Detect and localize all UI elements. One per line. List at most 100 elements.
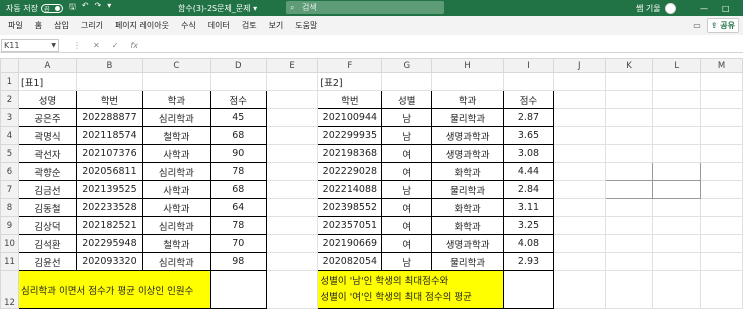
table1-answer-cell[interactable] (209, 270, 267, 309)
row-header[interactable]: 10 (0, 234, 19, 253)
tab-formulas[interactable]: 수식 (181, 20, 196, 31)
table1-cell[interactable]: 68 (209, 180, 267, 199)
table1-cell[interactable]: 202182521 (75, 216, 143, 235)
cell[interactable] (265, 126, 319, 145)
table1-cell[interactable]: 곽선자 (17, 144, 77, 163)
table2-cell[interactable]: 202190669 (317, 234, 383, 253)
table1-cell[interactable]: 202295948 (75, 234, 143, 253)
share-button[interactable]: ⇪ 공유 (706, 18, 739, 33)
cell[interactable] (604, 270, 654, 309)
cell[interactable] (652, 90, 702, 109)
cell[interactable] (552, 90, 606, 109)
avatar[interactable] (664, 2, 676, 14)
column-header[interactable]: K (604, 58, 654, 73)
cell[interactable] (700, 234, 743, 253)
column-header[interactable]: C (141, 58, 211, 73)
tab-view[interactable]: 보기 (269, 20, 284, 31)
cell[interactable] (75, 72, 143, 91)
cell[interactable] (652, 252, 702, 271)
cell[interactable] (700, 270, 743, 309)
table1-cell[interactable]: 78 (209, 162, 267, 181)
formula-input[interactable] (148, 39, 743, 52)
cell[interactable] (700, 252, 743, 271)
table1-header[interactable]: 성명 (17, 90, 77, 109)
cell[interactable] (700, 162, 743, 181)
cell[interactable] (604, 198, 654, 217)
cell[interactable] (652, 126, 702, 145)
table1-cell[interactable]: 45 (209, 108, 267, 127)
table1-header[interactable]: 점수 (209, 90, 267, 109)
table2-cell[interactable]: 남 (381, 180, 433, 199)
table1-cell[interactable]: 곽명식 (17, 126, 77, 145)
cell[interactable] (552, 144, 606, 163)
table1-cell[interactable]: 사학과 (141, 198, 211, 217)
cell[interactable] (652, 270, 702, 309)
row-header[interactable]: 2 (0, 90, 19, 109)
cell[interactable] (700, 108, 743, 127)
table2-header[interactable]: 성별 (381, 90, 433, 109)
table1-cell[interactable]: 98 (209, 252, 267, 271)
cell[interactable] (604, 234, 654, 253)
cancel-icon[interactable]: ✕ (93, 41, 100, 50)
table1-header[interactable]: 학과 (141, 90, 211, 109)
redo-icon[interactable]: ↷ (95, 1, 102, 15)
table2-cell[interactable]: 202100944 (317, 108, 383, 127)
tab-insert[interactable]: 삽입 (54, 20, 69, 31)
table2-cell[interactable]: 화학과 (431, 198, 505, 217)
table1-cell[interactable]: 사학과 (141, 180, 211, 199)
cell[interactable] (552, 216, 606, 235)
table2-header[interactable]: 학번 (317, 90, 383, 109)
table1-cell[interactable]: 202139525 (75, 180, 143, 199)
table2-header[interactable]: 학과 (431, 90, 505, 109)
table1-cell[interactable]: 64 (209, 198, 267, 217)
comment-icon[interactable]: ▭ (693, 21, 701, 30)
table2-cell[interactable]: 2.87 (503, 108, 554, 127)
table2-cell[interactable]: 여 (381, 198, 433, 217)
table1-cell[interactable]: 202107376 (75, 144, 143, 163)
cell[interactable] (552, 72, 606, 91)
autosave-toggle[interactable]: 끔 (40, 3, 63, 13)
table1-cell[interactable]: 심리학과 (141, 216, 211, 235)
tab-file[interactable]: 파일 (8, 20, 23, 31)
cell[interactable] (265, 252, 319, 271)
cell[interactable] (552, 162, 606, 181)
cell[interactable] (652, 216, 702, 235)
table1-cell[interactable]: 김동철 (17, 198, 77, 217)
table2-cell[interactable]: 물리학과 (431, 180, 505, 199)
user-account[interactable]: 쌤 기울 (636, 2, 676, 14)
column-header[interactable]: D (209, 58, 267, 73)
cell[interactable] (265, 180, 319, 199)
row-header[interactable]: 7 (0, 180, 19, 199)
cell[interactable] (652, 72, 702, 91)
table2-cell[interactable]: 남 (381, 252, 433, 271)
tab-review[interactable]: 검토 (242, 20, 257, 31)
row-header[interactable]: 5 (0, 144, 19, 163)
cell[interactable] (604, 180, 654, 199)
tab-data[interactable]: 데이터 (208, 20, 230, 31)
cell[interactable] (265, 270, 319, 309)
table2-cell[interactable]: 화학과 (431, 216, 505, 235)
table2-cell[interactable]: 화학과 (431, 162, 505, 181)
column-header[interactable]: I (503, 58, 554, 73)
table1-cell[interactable]: 78 (209, 216, 267, 235)
cell[interactable] (652, 162, 702, 181)
cell[interactable] (700, 180, 743, 199)
cell[interactable] (700, 72, 743, 91)
cell[interactable] (552, 270, 606, 309)
column-header[interactable]: F (317, 58, 383, 73)
column-header[interactable]: J (552, 58, 606, 73)
table2-cell[interactable]: 생명과학과 (431, 126, 505, 145)
table2-cell[interactable]: 202398552 (317, 198, 383, 217)
name-box[interactable]: K11 ▼ (1, 38, 59, 52)
cell[interactable] (552, 234, 606, 253)
table1-cell[interactable]: 김금선 (17, 180, 77, 199)
cell[interactable] (209, 72, 267, 91)
cell[interactable] (652, 234, 702, 253)
chevron-down-icon[interactable]: ▼ (51, 42, 56, 49)
table1-cell[interactable]: 심리학과 (141, 252, 211, 271)
cell[interactable] (700, 216, 743, 235)
table2-cell[interactable]: 202229028 (317, 162, 383, 181)
undo-icon[interactable]: ↶ (82, 1, 89, 15)
save-icon[interactable]: 🖫 (69, 1, 76, 15)
cell[interactable] (552, 126, 606, 145)
